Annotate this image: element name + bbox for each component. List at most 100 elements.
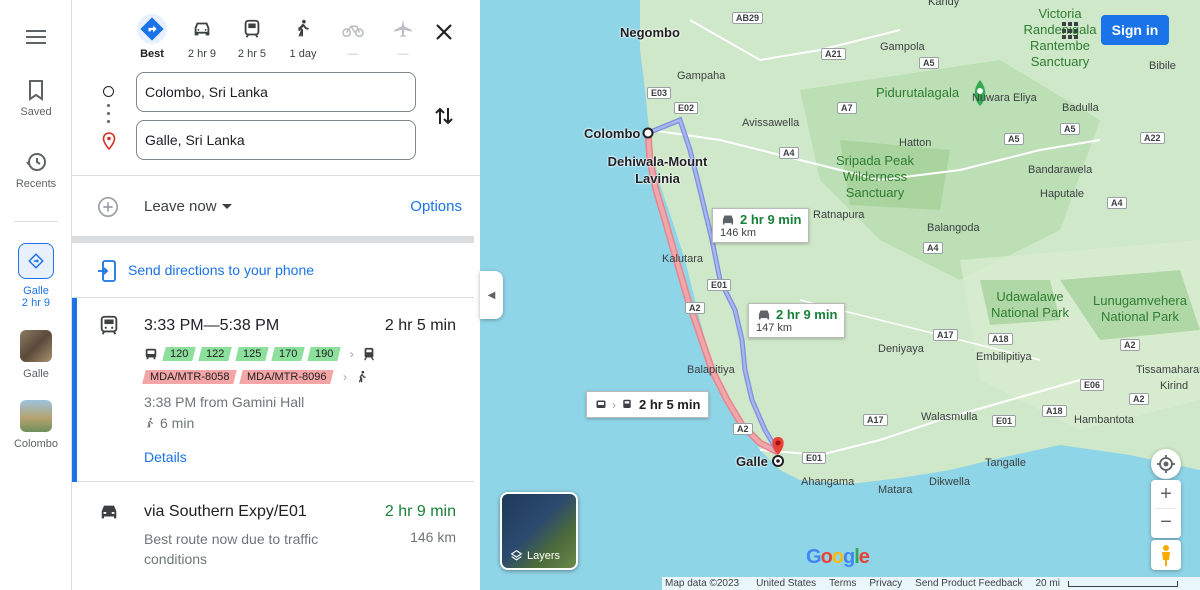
mode-best[interactable]: Best [130,14,174,60]
swap-icon[interactable] [432,104,456,128]
car-icon [722,215,734,224]
mode-walking[interactable]: 1 day [281,14,325,60]
leave-now-dropdown[interactable]: Leave now [144,198,217,215]
active-directions-item[interactable]: Galle 2 hr 9 [0,243,72,309]
bus-line-chip: 125 [234,347,269,361]
map-place-label: Ratnapura [813,209,865,221]
road-shield: A5 [1060,123,1080,135]
directions-panel: Best 2 hr 9 2 hr 5 1 day — — Colombo, Sr… [72,0,480,590]
directions-header: Best 2 hr 9 2 hr 5 1 day — — Colombo, Sr… [72,0,480,176]
zoom-out-button[interactable]: − [1151,509,1181,537]
road-shield: A4 [779,147,799,159]
road-shield: E03 [647,87,672,99]
route-times: 3:33 PM—5:38 PM [144,317,280,334]
road-shield: A21 [821,48,846,60]
send-to-phone-link[interactable]: Send directions to your phone [128,262,314,278]
drive-route-callout[interactable]: 2 hr 9 min 147 km [748,303,846,338]
route-duration: 2 hr 5 min [384,317,456,334]
road-shield: A2 [1120,339,1140,351]
layers-button[interactable]: Layers [500,492,578,570]
saved-button[interactable]: Saved [0,78,72,118]
collapse-panel-button[interactable]: ◀ [480,271,503,319]
chevron-right-icon: › [342,370,347,384]
car-icon [101,505,117,519]
road-shield: E01 [802,452,827,464]
map-place-label: Dikwella [929,476,970,488]
mode-label: — [347,48,359,60]
walk-icon [358,370,366,383]
map-place-label: Haputale [1040,188,1085,200]
map-place-label: Deniyaya [878,343,924,355]
map-park-label: Lunugamvehera National Park [1093,293,1187,324]
map-place-label: Badulla [1062,102,1099,114]
mode-flight[interactable]: — [381,14,425,60]
train-icon [363,347,374,361]
options-button[interactable]: Options [410,198,462,215]
send-to-phone-row[interactable]: Send directions to your phone [72,243,474,298]
bus-line-chip: 122 [198,347,233,361]
galle-thumbnail [20,330,52,362]
transit-route-callout[interactable]: › 2 hr 5 min [586,391,710,418]
map-place-label: Balapitiya [687,364,735,376]
scale-label[interactable]: 20 mi [1035,578,1059,589]
origin-input[interactable]: Colombo, Sri Lanka [136,72,416,112]
recents-button[interactable]: Recents [0,150,72,190]
road-shield: A4 [923,242,943,254]
road-shield: A22 [1140,132,1165,144]
destination-input[interactable]: Galle, Sri Lanka [136,120,416,160]
road-shield: A4 [1107,197,1127,209]
road-shield: A7 [837,102,857,114]
rail-line-chip: MDA/MTR-8096 [239,370,335,384]
transit-icon [237,14,267,44]
privacy-link[interactable]: Privacy [869,578,902,589]
transit-icon [100,315,118,335]
my-location-button[interactable] [1151,449,1181,479]
mode-cycling[interactable]: — [331,14,375,60]
map-city-label: Colombo [584,126,641,141]
close-icon[interactable] [432,20,456,44]
left-rail: Saved Recents Galle 2 hr 9 Galle Colombo [0,0,72,590]
map-place-label: Nuwara Eliya [972,92,1037,104]
map-city-label: Dehiwala-Mount Lavinia [607,154,708,186]
bus-icon [596,400,606,408]
origin-circle-icon [103,86,114,97]
drive-route-callout[interactable]: 2 hr 9 min 146 km [712,208,810,243]
send-to-phone-icon [98,260,116,282]
bus-line-chip: 170 [271,347,306,361]
history-item-galle[interactable]: Galle [0,330,72,380]
road-shield: A2 [685,302,705,314]
destination-pin-icon [102,132,116,150]
active-dest-time: 2 hr 9 [21,297,51,309]
sign-in-button[interactable]: Sign in [1101,15,1169,45]
street-view-pegman[interactable] [1151,540,1181,570]
chevron-down-icon[interactable] [222,204,232,209]
map-park-label: Victoria Randenigala Rantembe Sanctuary [1023,6,1097,69]
route-duration: 2 hr 9 min [384,503,456,520]
map-park-label: Pidurutalagala [876,85,960,100]
road-shield: A5 [919,57,939,69]
mode-transit[interactable]: 2 hr 5 [230,14,274,60]
walk-time: 6 min [160,415,195,431]
terms-link[interactable]: Terms [829,578,856,589]
directions-icon [18,243,54,279]
road-shield: A2 [733,423,753,435]
map-place-label: Tangalle [985,457,1026,469]
callout-distance: 146 km [720,227,757,239]
map-canvas[interactable]: Negombo Colombo Dehiwala-Mount Lavinia G… [480,0,1200,590]
active-dest-label: Galle [23,285,49,297]
country-link[interactable]: United States [756,578,816,589]
apps-grid-icon[interactable] [1062,22,1080,40]
zoom-in-button[interactable]: + [1151,480,1181,508]
details-link[interactable]: Details [144,449,187,465]
add-destination-icon[interactable] [97,196,119,218]
history-item-colombo[interactable]: Colombo [0,400,72,450]
drive-route-card[interactable]: via Southern Expy/E01 2 hr 9 min Best ro… [72,482,474,590]
road-shield: A18 [1042,405,1067,417]
route-description: Best route now due to traffic conditions [144,531,319,567]
transit-route-card[interactable]: 3:33 PM—5:38 PM 2 hr 5 min 120 122 125 1… [72,298,474,482]
menu-icon[interactable] [24,26,48,46]
location-icon [1157,455,1175,473]
mode-driving[interactable]: 2 hr 9 [180,14,224,60]
feedback-link[interactable]: Send Product Feedback [915,578,1022,589]
leave-now-row: Leave now Options [72,176,480,236]
